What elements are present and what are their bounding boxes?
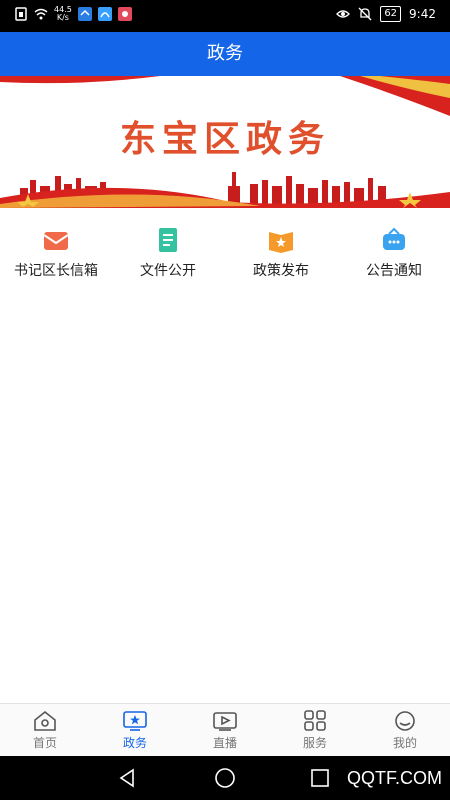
- nav-services[interactable]: 服务: [270, 704, 360, 756]
- eye-icon: [336, 10, 351, 18]
- back-icon[interactable]: [118, 768, 138, 788]
- quick-menu: 书记区长信箱 文件公开 政策发布 公告通知: [0, 220, 450, 290]
- menu-item-mailbox[interactable]: 书记区长信箱: [0, 220, 112, 290]
- banner-title: 东宝区政务: [119, 119, 330, 160]
- network-speed: 44.5 K/s: [54, 6, 72, 22]
- menu-item-label: 公告通知: [366, 263, 422, 279]
- nav-profile[interactable]: 我的: [360, 704, 450, 756]
- document-icon: [159, 228, 177, 252]
- menu-item-label: 政策发布: [253, 263, 309, 279]
- government-icon: [123, 711, 147, 731]
- mute-bell-icon: [358, 7, 372, 21]
- watermark: QQTF.COM: [347, 768, 442, 788]
- sim-icon: [15, 7, 27, 21]
- banner[interactable]: 东宝区政务: [0, 76, 450, 208]
- page-title: 政务: [207, 43, 243, 64]
- nav-label: 服务: [302, 736, 327, 750]
- home-circle-icon[interactable]: [214, 767, 236, 789]
- app-header: 政务: [0, 32, 450, 76]
- menu-item-documents[interactable]: 文件公开: [112, 220, 224, 290]
- wifi-icon: [34, 8, 48, 20]
- status-left: 44.5 K/s: [14, 6, 132, 22]
- mail-icon: [43, 232, 69, 250]
- app-notification-icon-2: [97, 7, 112, 21]
- status-right: 62 9:42: [336, 6, 436, 22]
- nav-label: 政务: [122, 736, 147, 750]
- recents-icon[interactable]: [310, 768, 330, 788]
- app-notification-icon: [77, 7, 92, 21]
- nav-label: 首页: [32, 736, 57, 750]
- network-speed-unit: K/s: [56, 13, 69, 22]
- profile-icon: [395, 711, 415, 731]
- book-icon: [269, 232, 293, 253]
- nav-label: 直播: [212, 736, 237, 750]
- menu-item-label: 书记区长信箱: [14, 263, 98, 279]
- menu-item-label: 文件公开: [140, 263, 196, 279]
- menu-item-notices[interactable]: 公告通知: [338, 220, 450, 290]
- battery-level: 62: [380, 6, 402, 22]
- notice-icon: [383, 227, 405, 250]
- system-nav-bar: QQTF.COM: [0, 756, 450, 800]
- bottom-nav: 首页 政务 直播 服务 我的: [0, 703, 450, 756]
- clock: 9:42: [409, 7, 436, 21]
- app-notification-icon-3: [117, 7, 132, 21]
- grid-icon: [304, 710, 326, 731]
- nav-home[interactable]: 首页: [0, 704, 90, 756]
- menu-item-policy[interactable]: 政策发布: [225, 220, 337, 290]
- nav-government[interactable]: 政务: [90, 704, 180, 756]
- live-video-icon: [213, 712, 237, 731]
- nav-label: 我的: [392, 736, 417, 750]
- nav-live[interactable]: 直播: [180, 704, 270, 756]
- status-bar: 44.5 K/s 62 9:42: [0, 0, 450, 32]
- home-icon: [34, 710, 56, 731]
